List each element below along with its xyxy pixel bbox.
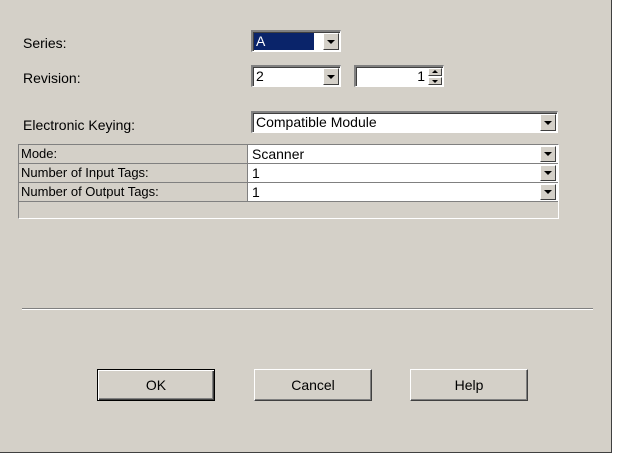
cancel-button[interactable]: Cancel [254,369,372,401]
grid-row-name: Number of Output Tags: [19,183,248,202]
electronic-keying-value: Compatible Module [256,114,377,130]
revision-major-dropdown[interactable]: 2 [251,65,341,87]
help-button[interactable]: Help [410,369,528,401]
grid-row-value: 1 [252,184,260,200]
grid-row-value: 1 [252,165,260,181]
spin-up-icon[interactable] [428,68,442,76]
property-grid: Mode: Scanner Number of Input Tags: 1 Nu… [18,144,559,219]
chevron-down-icon[interactable] [540,146,556,162]
chevron-down-icon[interactable] [540,114,556,131]
ok-button[interactable]: OK [97,369,215,401]
revision-minor-spinner[interactable]: 1 [354,65,444,87]
grid-row-output-tags[interactable]: Number of Output Tags: 1 [19,183,558,202]
chevron-down-icon[interactable] [323,68,339,85]
module-properties-dialog: Series: A Revision: 2 1 Electronic Keyin… [0,0,612,453]
electronic-keying-dropdown[interactable]: Compatible Module [251,111,558,133]
grid-row-mode[interactable]: Mode: Scanner [19,145,558,164]
electronic-keying-label: Electronic Keying: [23,117,136,133]
spin-down-icon[interactable] [428,77,442,85]
chevron-down-icon[interactable] [540,184,556,200]
chevron-down-icon[interactable] [540,165,556,181]
series-value: A [254,33,314,50]
grid-row-input-tags[interactable]: Number of Input Tags: 1 [19,164,558,183]
revision-major-value: 2 [256,68,264,84]
series-label: Series: [23,35,67,51]
output-tags-dropdown[interactable]: 1 [248,183,558,202]
chevron-down-icon[interactable] [323,33,339,50]
mode-dropdown[interactable]: Scanner [248,145,558,164]
input-tags-dropdown[interactable]: 1 [248,164,558,183]
series-dropdown[interactable]: A [251,30,341,52]
revision-label: Revision: [23,70,81,86]
grid-row-value: Scanner [252,146,305,162]
spinner-control[interactable] [428,68,442,85]
revision-minor-value: 1 [417,68,425,84]
grid-row-name: Number of Input Tags: [19,164,248,183]
divider [22,308,593,310]
grid-row-name: Mode: [19,145,248,164]
